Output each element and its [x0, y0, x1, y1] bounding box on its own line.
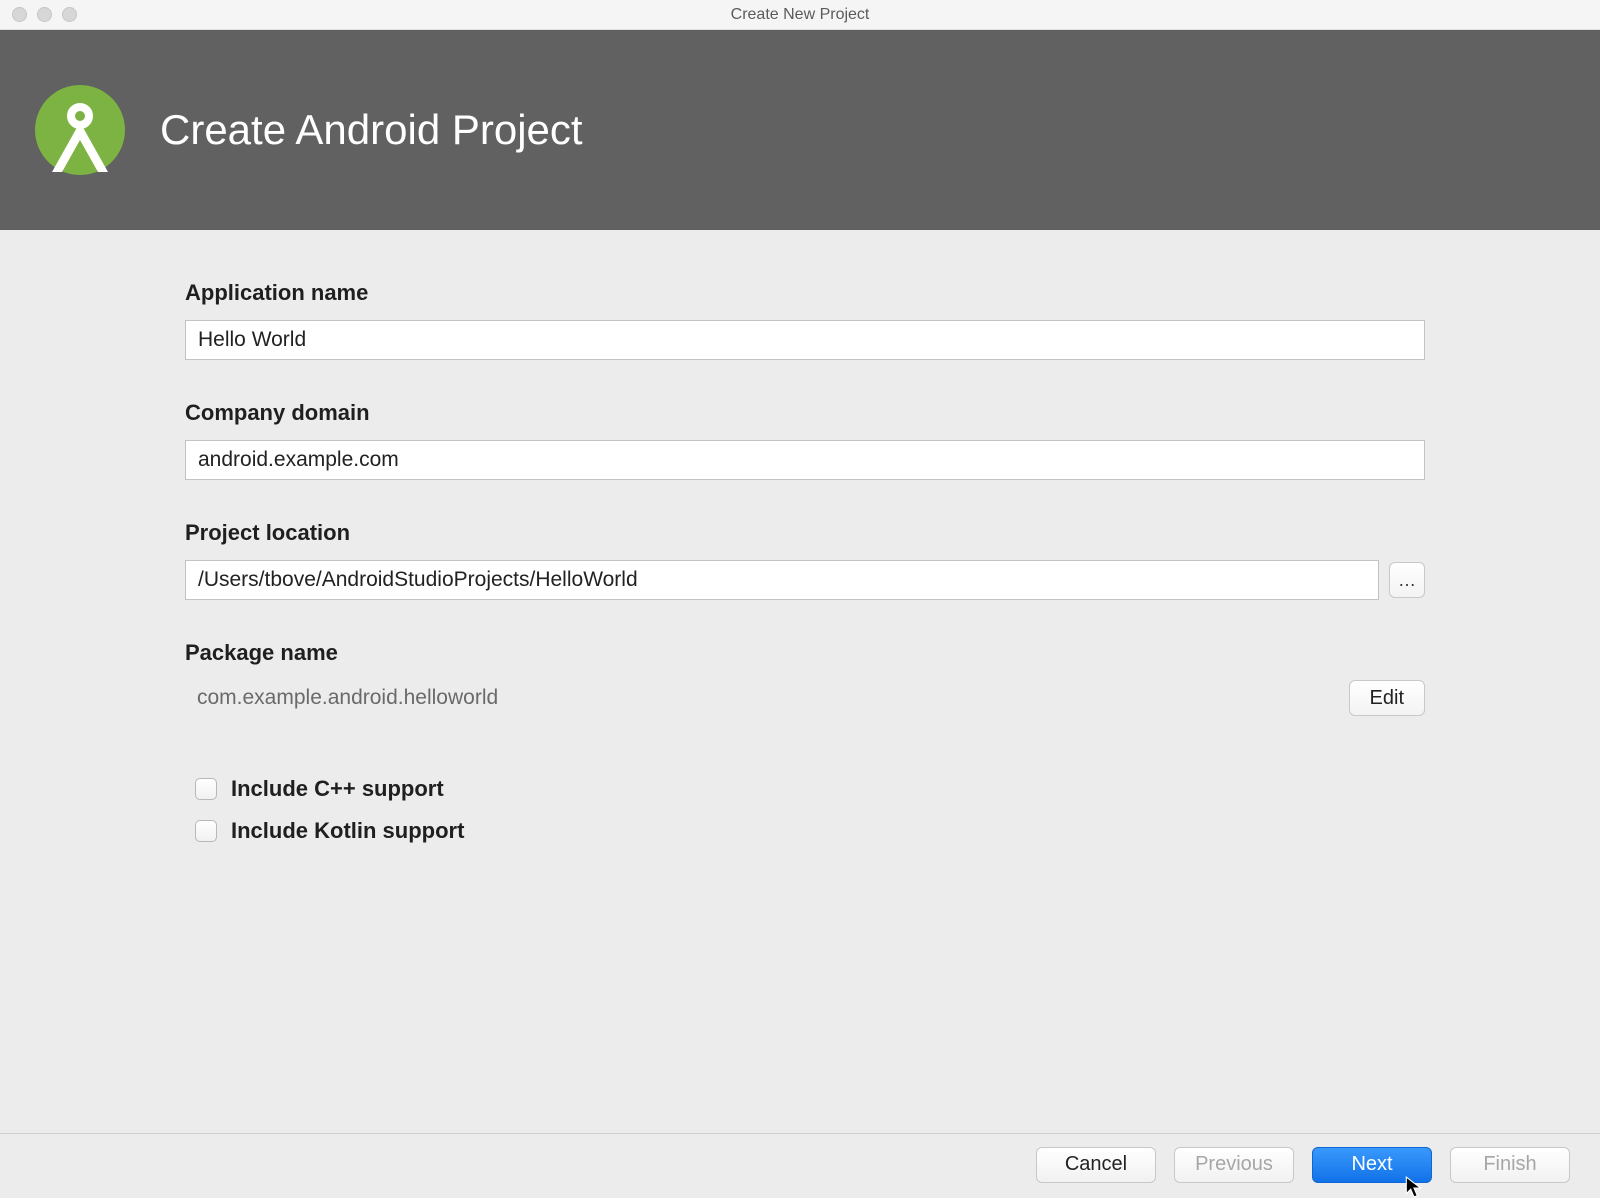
next-button[interactable]: Next [1312, 1147, 1432, 1183]
edit-package-button[interactable]: Edit [1349, 680, 1425, 716]
zoom-window-icon[interactable] [62, 7, 77, 22]
company-domain-label: Company domain [185, 400, 1425, 426]
cursor-icon [1405, 1176, 1423, 1198]
company-domain-field: Company domain [185, 400, 1425, 480]
next-button-label: Next [1351, 1153, 1392, 1175]
wizard-footer: Cancel Previous Next Finish [0, 1133, 1600, 1195]
cpp-support-checkbox[interactable] [195, 778, 217, 800]
package-name-field: Package name com.example.android.hellowo… [185, 640, 1425, 716]
android-studio-logo-icon [30, 80, 130, 180]
page-title: Create Android Project [160, 106, 583, 154]
application-name-field: Application name [185, 280, 1425, 360]
cpp-support-row: Include C++ support [195, 776, 1425, 802]
finish-button[interactable]: Finish [1450, 1147, 1570, 1183]
kotlin-support-row: Include Kotlin support [195, 818, 1425, 844]
close-window-icon[interactable] [12, 7, 27, 22]
window-controls [12, 7, 77, 22]
package-name-label: Package name [185, 640, 1425, 666]
project-location-label: Project location [185, 520, 1425, 546]
application-name-label: Application name [185, 280, 1425, 306]
form: Application name Company domain Project … [0, 230, 1600, 844]
project-location-field: Project location … [185, 520, 1425, 600]
kotlin-support-label: Include Kotlin support [231, 818, 464, 844]
company-domain-input[interactable] [185, 440, 1425, 480]
previous-button[interactable]: Previous [1174, 1147, 1294, 1183]
options-group: Include C++ support Include Kotlin suppo… [185, 776, 1425, 844]
cancel-button[interactable]: Cancel [1036, 1147, 1156, 1183]
application-name-input[interactable] [185, 320, 1425, 360]
titlebar: Create New Project [0, 0, 1600, 30]
window-title: Create New Project [0, 6, 1600, 24]
package-name-value: com.example.android.helloworld [185, 686, 498, 710]
page-header: Create Android Project [0, 30, 1600, 230]
kotlin-support-checkbox[interactable] [195, 820, 217, 842]
cpp-support-label: Include C++ support [231, 776, 444, 802]
minimize-window-icon[interactable] [37, 7, 52, 22]
project-location-input[interactable] [185, 560, 1379, 600]
browse-location-button[interactable]: … [1389, 562, 1425, 598]
